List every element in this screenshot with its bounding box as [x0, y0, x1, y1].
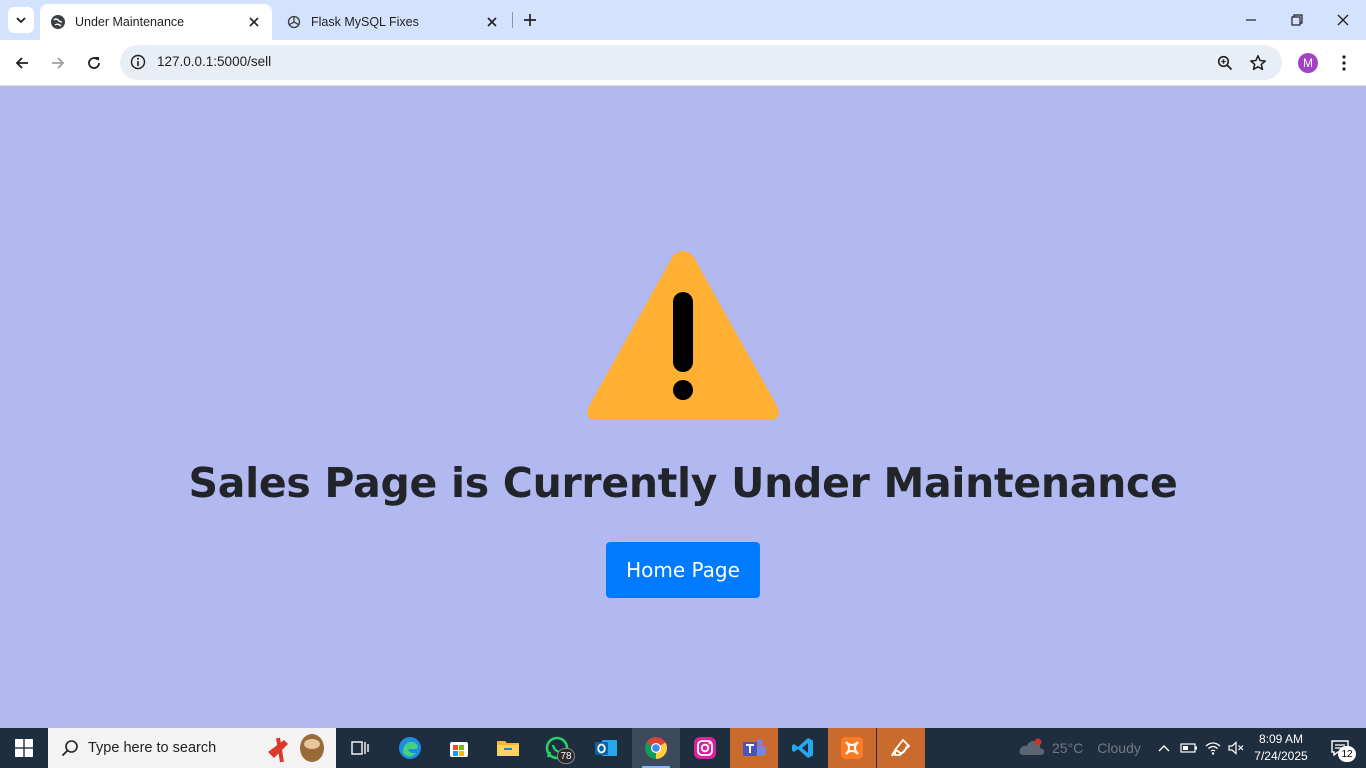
volume-status[interactable] [1225, 728, 1247, 768]
info-icon[interactable] [128, 52, 148, 72]
close-icon[interactable] [484, 14, 500, 30]
tab-strip: Under Maintenance Flask MySQL Fixes [0, 0, 1366, 40]
browser-toolbar: 127.0.0.1:5000/sell M [0, 40, 1366, 86]
chrome-app[interactable] [632, 728, 680, 768]
battery-icon [1180, 743, 1197, 753]
chatgpt-icon [286, 14, 302, 30]
close-icon [1337, 14, 1349, 26]
instagram-icon [694, 737, 716, 759]
tab-title: Flask MySQL Fixes [311, 15, 419, 29]
outlook-icon [595, 740, 617, 756]
forward-button[interactable] [42, 47, 74, 79]
clock-time: 8:09 AM [1258, 732, 1304, 746]
weather-widget[interactable]: 25°C Cloudy [1018, 728, 1141, 768]
chevron-down-icon [16, 17, 26, 24]
taskbar: Type here to search 78 25°C Cloudy 8:09 … [0, 728, 1366, 768]
globe-icon [50, 14, 66, 30]
plus-icon [524, 14, 536, 26]
tab-flask-mysql-fixes[interactable]: Flask MySQL Fixes [276, 4, 510, 40]
store-app[interactable] [435, 728, 483, 768]
tab-separator [512, 12, 513, 28]
notification-count: 12 [1338, 746, 1356, 762]
network-status[interactable] [1202, 728, 1224, 768]
menu-dots-icon[interactable] [1332, 51, 1356, 75]
edge-app[interactable] [386, 728, 434, 768]
show-hidden-icons[interactable] [1154, 728, 1174, 768]
vscode-app[interactable] [779, 728, 827, 768]
forward-arrow-icon [52, 57, 65, 69]
home-page-button[interactable]: Home Page [606, 542, 760, 598]
search-icon [60, 738, 80, 758]
page-title: Sales Page is Currently Under Maintenanc… [188, 459, 1178, 507]
chrome-icon [645, 737, 667, 759]
search-placeholder: Type here to search [88, 740, 217, 756]
cloud-icon [1019, 738, 1045, 755]
profile-avatar[interactable]: M [1298, 53, 1318, 73]
minimize-button[interactable] [1228, 0, 1274, 40]
search-highlight-icon [268, 734, 324, 763]
tab-under-maintenance[interactable]: Under Maintenance [40, 4, 272, 40]
system-clock[interactable]: 8:09 AM 7/24/2025 [1248, 731, 1314, 765]
xampp-app[interactable] [828, 728, 876, 768]
store-icon [450, 742, 468, 757]
close-icon[interactable] [246, 14, 262, 30]
sketch-app-icon [891, 738, 911, 757]
file-explorer-icon [497, 741, 519, 756]
xampp-icon [841, 737, 863, 759]
minimize-icon [1246, 19, 1256, 21]
url-text[interactable]: 127.0.0.1:5000/sell [157, 54, 271, 69]
clock-date: 7/24/2025 [1254, 749, 1308, 763]
restore-icon [1291, 14, 1303, 26]
reload-icon [88, 57, 100, 69]
taskbar-search[interactable]: Type here to search [48, 728, 336, 768]
close-window-button[interactable] [1320, 0, 1366, 40]
battery-status[interactable] [1178, 728, 1200, 768]
task-view-icon [351, 741, 369, 755]
new-tab-button[interactable] [518, 8, 542, 32]
weather-condition: Cloudy [1097, 740, 1141, 756]
address-bar[interactable]: 127.0.0.1:5000/sell [120, 45, 1282, 80]
weather-temp: 25°C [1052, 740, 1084, 756]
star-icon[interactable] [1247, 52, 1269, 74]
task-view-button[interactable] [336, 728, 384, 768]
reload-button[interactable] [78, 47, 110, 79]
back-button[interactable] [6, 47, 38, 79]
page-content: Sales Page is Currently Under Maintenanc… [0, 87, 1366, 728]
start-button[interactable] [0, 728, 48, 768]
chevron-up-icon [1158, 745, 1170, 752]
tab-title: Under Maintenance [75, 15, 185, 29]
vscode-icon [792, 738, 813, 758]
teams-app[interactable] [730, 728, 778, 768]
notification-center[interactable]: 12 [1320, 728, 1360, 768]
whatsapp-app[interactable]: 78 [533, 728, 581, 768]
zoom-icon[interactable] [1214, 52, 1236, 74]
teams-icon [743, 739, 766, 756]
tab-search-button[interactable] [8, 7, 34, 33]
notification-badge: 78 [557, 748, 575, 764]
file-explorer-app[interactable] [484, 728, 532, 768]
sketch-app[interactable] [877, 728, 925, 768]
restore-button[interactable] [1274, 0, 1320, 40]
edge-icon [399, 737, 421, 759]
back-arrow-icon [15, 57, 28, 69]
outlook-app[interactable] [582, 728, 630, 768]
volume-muted-icon [1228, 741, 1244, 755]
warning-icon [587, 251, 779, 420]
wifi-icon [1205, 742, 1221, 755]
instagram-app[interactable] [681, 728, 729, 768]
windows-icon [15, 739, 33, 757]
